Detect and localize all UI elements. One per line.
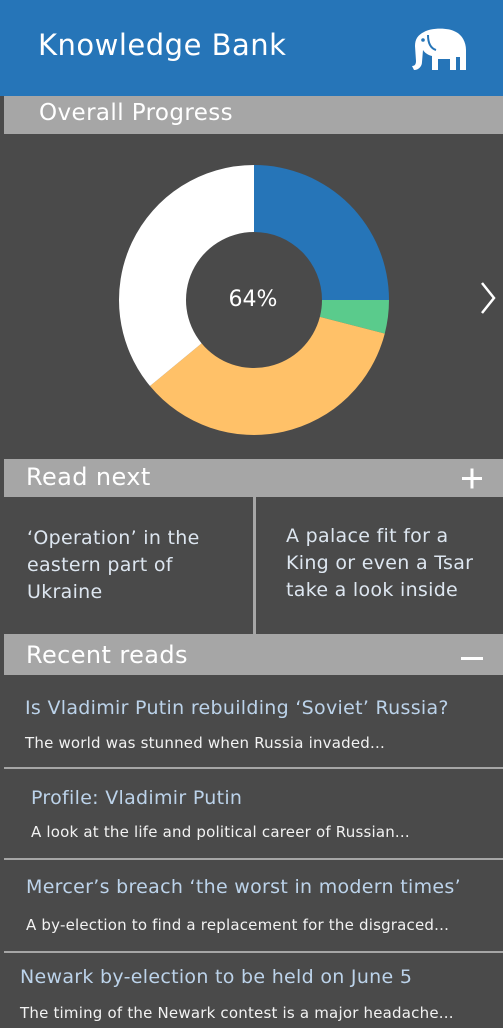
recent-read-summary: The world was stunned when Russia invade…	[25, 734, 385, 752]
list-item[interactable]: Is Vladimir Putin rebuilding ‘Soviet’ Ru…	[4, 675, 503, 767]
elephant-icon[interactable]	[408, 26, 470, 78]
recent-read-summary: The timing of the Newark contest is a ma…	[20, 1004, 454, 1022]
recent-read-title: Mercer’s breach ‘the worst in modern tim…	[26, 876, 461, 898]
recent-reads-header: Recent reads	[4, 637, 503, 675]
recent-read-title: Profile: Vladimir Putin	[31, 787, 243, 809]
card-title: A palace fit for a King or even a Tsar t…	[286, 525, 474, 601]
progress-donut-chart: 64%	[118, 165, 389, 435]
list-item[interactable]: Newark by-election to be held on June 5 …	[4, 953, 503, 1028]
progress-chart: 64%	[4, 134, 503, 459]
section-title: Read next	[26, 463, 151, 491]
section-title: Overall Progress	[39, 100, 234, 126]
app-title: Knowledge Bank	[38, 28, 287, 62]
list-item[interactable]: Profile: Vladimir Putin A look at the li…	[4, 769, 503, 858]
plus-icon[interactable]	[460, 464, 484, 492]
section-title: Recent reads	[26, 641, 188, 669]
read-next-card[interactable]: ‘Operation’ in the eastern part of Ukrai…	[4, 497, 253, 634]
recent-read-title: Is Vladimir Putin rebuilding ‘Soviet’ Ru…	[25, 697, 449, 719]
donut-segment-3	[118, 165, 254, 387]
list-item[interactable]: Mercer’s breach ‘the worst in modern tim…	[4, 860, 503, 951]
progress-percentage: 64%	[229, 287, 278, 312]
recent-read-summary: A by-election to find a replacement for …	[26, 916, 450, 934]
minus-icon[interactable]	[460, 642, 484, 670]
donut-segment-0	[254, 165, 389, 300]
read-next-card[interactable]: A palace fit for a King or even a Tsar t…	[256, 497, 503, 634]
recent-read-title: Newark by-election to be held on June 5	[20, 966, 413, 988]
overall-progress-header: Overall Progress	[4, 96, 503, 134]
recent-read-summary: A look at the life and political career …	[31, 823, 410, 841]
card-title: ‘Operation’ in the eastern part of Ukrai…	[27, 527, 200, 603]
app-header: Knowledge Bank	[0, 0, 503, 96]
read-next-header: Read next	[4, 459, 503, 497]
